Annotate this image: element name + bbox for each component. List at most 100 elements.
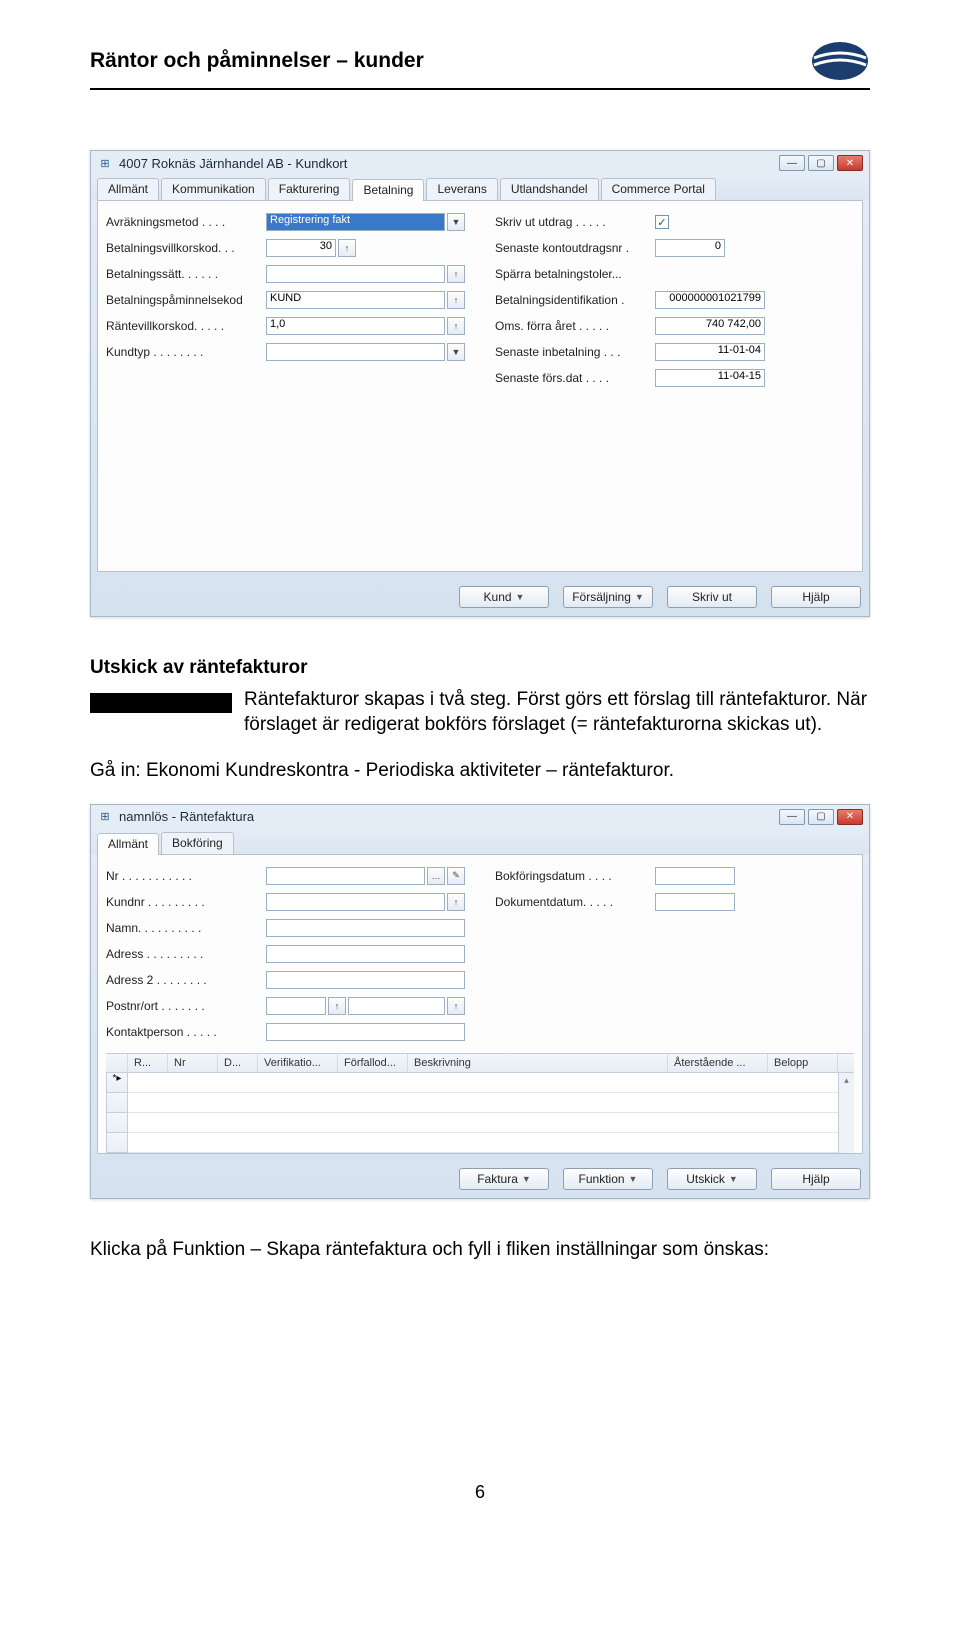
input-betalningssatt[interactable] [266,265,445,283]
grid-row-selectors: *▸ [106,1073,128,1153]
table-row[interactable] [128,1073,838,1093]
chevron-down-icon: ▼ [516,592,525,602]
title-bar: ⊞ namnlös - Räntefaktura — ▢ ✕ [91,805,869,828]
tab-leverans[interactable]: Leverans [426,178,497,200]
input-adress2[interactable] [266,971,465,989]
input-oms-forra-aret[interactable]: 740 742,00 [655,317,765,335]
dropdown-icon[interactable]: ▼ [447,213,465,231]
kund-button[interactable]: Kund▼ [459,586,549,608]
label-betalningspaminnelsekod: Betalningspåminnelsekod [106,293,266,307]
table-row[interactable] [128,1093,838,1113]
input-senaste-inbetalning[interactable]: 11-01-04 [655,343,765,361]
col-r[interactable]: R... [128,1054,168,1072]
tab-kommunikation[interactable]: Kommunikation [161,178,266,200]
input-betalningsidentifikation[interactable]: 000000001021799 [655,291,765,309]
scrollbar[interactable]: ▴ [838,1073,854,1153]
input-postnr[interactable] [266,997,326,1015]
lookup-icon[interactable]: ↑ [338,239,356,257]
grid: R... Nr D... Verifikatio... Förfallod...… [106,1053,854,1153]
lookup-icon[interactable]: ↑ [447,265,465,283]
lookup-icon[interactable]: ↑ [328,997,346,1015]
utskick-button[interactable]: Utskick▼ [667,1168,757,1190]
window-title: namnlös - Räntefaktura [119,809,254,824]
input-bokforingsdatum[interactable] [655,867,735,885]
label-avrakningsmetod: Avräkningsmetod . . . . [106,215,266,229]
minimize-button[interactable]: — [779,809,805,825]
input-senaste-forsdat[interactable]: 11-04-15 [655,369,765,387]
label-kontaktperson: Kontaktperson . . . . . [106,1025,266,1039]
tab-commerce-portal[interactable]: Commerce Portal [601,178,716,200]
input-adress[interactable] [266,945,465,963]
section-paragraph-1: Räntefakturor skapas i två steg. Först g… [244,687,870,738]
close-button[interactable]: ✕ [837,809,863,825]
input-betalningspaminnelsekod[interactable]: KUND [266,291,445,309]
label-kundnr: Kundnr . . . . . . . . . [106,895,266,909]
input-namn[interactable] [266,919,465,937]
row-selector[interactable] [106,1113,128,1133]
form-col-right: Skriv ut utdrag . . . . . ✓ Senaste kont… [495,211,854,393]
close-button[interactable]: ✕ [837,155,863,171]
col-beskrivning[interactable]: Beskrivning [408,1054,668,1072]
tab-allmant[interactable]: Allmänt [97,833,159,855]
form-col-left: Avräkningsmetod . . . . Registrering fak… [106,211,465,393]
funktion-button[interactable]: Funktion▼ [563,1168,653,1190]
input-nr[interactable] [266,867,425,885]
label-bokforingsdatum: Bokföringsdatum . . . . [495,869,655,883]
edit-icon[interactable]: ✎ [447,867,465,885]
input-betalningsvillkorskod[interactable]: 30 [266,239,336,257]
input-kundnr[interactable] [266,893,445,911]
redaction-bar [90,693,232,713]
forsaljning-button[interactable]: Försäljning▼ [563,586,653,608]
kundkort-window: ⊞ 4007 Roknäs Järnhandel AB - Kundkort —… [90,150,870,617]
label-senaste-kontoutdragsnr: Senaste kontoutdragsnr . [495,241,655,255]
row-selector[interactable] [106,1093,128,1113]
title-bar: ⊞ 4007 Roknäs Järnhandel AB - Kundkort —… [91,151,869,174]
input-dokumentdatum[interactable] [655,893,735,911]
maximize-button[interactable]: ▢ [808,809,834,825]
col-verifikation[interactable]: Verifikatio... [258,1054,338,1072]
tab-fakturering[interactable]: Fakturering [268,178,351,200]
chevron-down-icon: ▼ [629,1174,638,1184]
col-nr[interactable]: Nr [168,1054,218,1072]
tab-bokforing[interactable]: Bokföring [161,832,234,854]
col-forfallod[interactable]: Förfallod... [338,1054,408,1072]
checkbox-skriv-ut-utdrag[interactable]: ✓ [655,215,669,229]
input-senaste-kontoutdragsnr[interactable]: 0 [655,239,725,257]
tab-betalning[interactable]: Betalning [352,179,424,201]
input-kontaktperson[interactable] [266,1023,465,1041]
label-adress: Adress . . . . . . . . . [106,947,266,961]
maximize-button[interactable]: ▢ [808,155,834,171]
form-area: Avräkningsmetod . . . . Registrering fak… [97,200,863,572]
table-row[interactable] [128,1113,838,1133]
rantefaktura-window: ⊞ namnlös - Räntefaktura — ▢ ✕ Allmänt B… [90,804,870,1199]
faktura-button[interactable]: Faktura▼ [459,1168,549,1190]
lookup-icon[interactable]: ↑ [447,291,465,309]
input-avrakningsmetod[interactable]: Registrering fakt [266,213,445,231]
tab-utlandshandel[interactable]: Utlandshandel [500,178,599,200]
label-namn: Namn. . . . . . . . . . [106,921,266,935]
input-kundtyp[interactable] [266,343,445,361]
lookup-icon[interactable]: ↑ [447,893,465,911]
dropdown-icon[interactable]: ▼ [447,343,465,361]
hjalp-button[interactable]: Hjälp [771,1168,861,1190]
hjalp-button[interactable]: Hjälp [771,586,861,608]
label-adress2: Adress 2 . . . . . . . . [106,973,266,987]
row-selector[interactable]: *▸ [106,1073,128,1093]
input-ort[interactable] [348,997,445,1015]
lookup-icon[interactable]: ↑ [447,997,465,1015]
col-d[interactable]: D... [218,1054,258,1072]
app-icon: ⊞ [97,155,113,171]
skriv-ut-button[interactable]: Skriv ut [667,586,757,608]
company-logo [810,40,870,82]
window-controls: — ▢ ✕ [779,809,863,825]
input-rantevillkorskod[interactable]: 1,0 [266,317,445,335]
table-row[interactable] [128,1133,838,1153]
col-aterstaende[interactable]: Återstående ... [668,1054,768,1072]
col-belopp[interactable]: Belopp [768,1054,838,1072]
row-selector[interactable] [106,1133,128,1153]
lookup-icon[interactable]: ↑ [447,317,465,335]
label-skriv-ut-utdrag: Skriv ut utdrag . . . . . [495,215,655,229]
ellipsis-icon[interactable]: … [427,867,445,885]
tab-allmant[interactable]: Allmänt [97,178,159,200]
minimize-button[interactable]: — [779,155,805,171]
